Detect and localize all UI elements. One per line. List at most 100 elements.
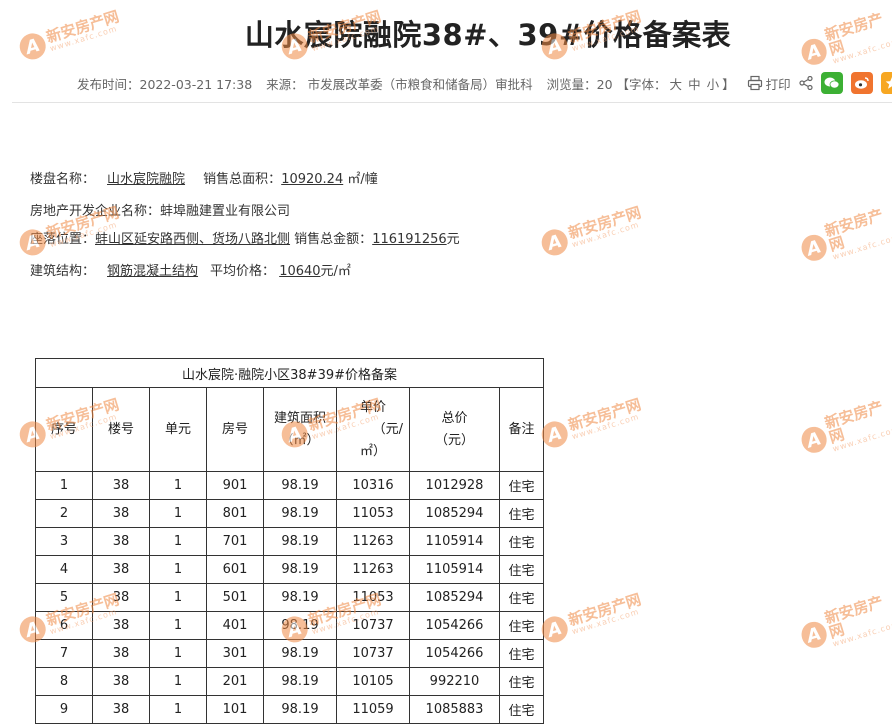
cell-total-price: 1085294: [409, 583, 500, 612]
font-size-suffix: 】: [722, 76, 735, 92]
font-medium-button[interactable]: 中: [688, 74, 701, 93]
total-amount-value: 116191256: [372, 232, 447, 247]
avg-price-label: 平均价格：: [210, 264, 276, 279]
table-row: 7 38 1 301 98.19 10737 1054266 住宅: [35, 639, 545, 668]
cell-building: 38: [92, 695, 150, 724]
cell-note: 住宅: [498, 583, 545, 612]
font-size-prefix: 【字体：: [616, 76, 667, 92]
font-large-button[interactable]: 大: [670, 74, 683, 93]
cell-unit-price: 11059: [336, 695, 410, 724]
header-room: 房号: [206, 387, 264, 472]
cell-total-price: 1054266: [409, 639, 500, 668]
cell-building: 38: [92, 639, 150, 668]
cell-room: 101: [206, 695, 264, 724]
developer-value: 蚌埠融建置业有限公司: [160, 204, 291, 219]
table-caption: 山水宸院·融院小区38#39#价格备案: [34, 358, 545, 388]
cell-total-price: 1012928: [409, 471, 500, 500]
table-row: 6 38 1 401 98.19 10737 1054266 住宅: [35, 611, 545, 640]
cell-index: 8: [35, 667, 93, 696]
cell-unit-price: 10316: [336, 471, 410, 500]
header-price-line1: 单价: [359, 399, 386, 415]
total-amount-unit: 元: [446, 232, 460, 247]
info-line-developer: 房地产开发企业名称：蚌埠融建置业有限公司: [30, 200, 290, 219]
cell-index: 2: [35, 499, 93, 528]
watermark: A 新安房产网 www.xafc.com: [797, 396, 892, 461]
cell-total-price: 992210: [409, 667, 500, 696]
sales-area-unit: ㎡/幢: [347, 172, 378, 187]
cell-note: 住宅: [498, 499, 545, 528]
cell-room: 201: [206, 667, 264, 696]
cell-unit-price: 11263: [336, 555, 410, 584]
cell-area: 98.19: [263, 611, 337, 640]
cell-room: 501: [206, 583, 264, 612]
printer-icon: [747, 75, 762, 91]
cell-area: 98.19: [263, 527, 337, 556]
weibo-icon[interactable]: [850, 72, 873, 94]
header-index: 序号: [35, 387, 93, 472]
font-small-button[interactable]: 小: [707, 74, 720, 93]
cell-room: 901: [206, 471, 264, 500]
info-line-structure: 建筑结构： 钢筋混凝土结构 平均价格： 10640元/㎡: [30, 260, 351, 279]
cell-note: 住宅: [498, 695, 545, 724]
cell-room: 701: [206, 527, 264, 556]
header-total-line2: （元）: [434, 432, 474, 448]
watermark-name: 新安房产网: [566, 202, 644, 243]
cell-note: 住宅: [498, 639, 545, 668]
cell-unit: 1: [149, 555, 207, 584]
header-area-line2: （㎡）: [280, 432, 320, 448]
cell-index: 1: [35, 471, 93, 500]
cell-area: 98.19: [263, 555, 337, 584]
structure-label: 建筑结构：: [30, 264, 96, 279]
info-line-name: 楼盘名称： 山水宸院融院 销售总面积：10920.24 ㎡/幢: [30, 168, 378, 187]
cell-note: 住宅: [498, 667, 545, 696]
cell-index: 9: [35, 695, 93, 724]
cell-total-price: 1085294: [409, 499, 500, 528]
location-value: 蚌山区延安路西侧、货场八路北侧: [95, 232, 291, 247]
cell-index: 3: [35, 527, 93, 556]
location-label: 座落位置：: [30, 232, 96, 247]
cell-building: 38: [92, 667, 150, 696]
total-amount-label: 销售总金额：: [294, 232, 373, 247]
cell-area: 98.19: [263, 499, 337, 528]
print-button[interactable]: 打印: [747, 74, 791, 93]
watermark-logo-icon: A: [798, 618, 830, 651]
favorite-icon[interactable]: [880, 72, 892, 94]
cell-unit: 1: [149, 499, 207, 528]
cell-area: 98.19: [263, 695, 337, 724]
cell-area: 98.19: [263, 667, 337, 696]
info-line-location: 座落位置：蚌山区延安路西侧、货场八路北侧 销售总金额：116191256元: [30, 228, 460, 247]
header-price-line2: （元/: [372, 421, 403, 437]
cell-total-price: 1105914: [409, 527, 500, 556]
watermark-domain: www.xafc.com: [831, 232, 892, 262]
watermark: A 新安房产网 www.xafc.com: [797, 591, 892, 656]
cell-building: 38: [92, 583, 150, 612]
cell-room: 601: [206, 555, 264, 584]
wechat-icon[interactable]: [820, 72, 843, 94]
building-name-value: 山水宸院融院: [107, 172, 186, 187]
cell-unit: 1: [149, 695, 207, 724]
cell-unit: 1: [149, 667, 207, 696]
table-row: 3 38 1 701 98.19 11263 1105914 住宅: [35, 527, 545, 556]
watermark-domain: www.xafc.com: [570, 219, 641, 249]
view-count: 浏览量：20: [546, 76, 613, 92]
cell-unit-price: 11053: [336, 499, 410, 528]
cell-note: 住宅: [498, 527, 545, 556]
cell-room: 801: [206, 499, 264, 528]
cell-building: 38: [92, 471, 150, 500]
avg-price-value: 10640: [279, 264, 321, 279]
table-row: 4 38 1 601 98.19 11263 1105914 住宅: [35, 555, 545, 584]
watermark-name: 新安房产网: [822, 592, 886, 642]
share-icon[interactable]: [799, 76, 813, 90]
watermark-logo-icon: A: [538, 226, 571, 259]
publish-time: 发布时间：2022-03-21 17:38: [77, 76, 253, 92]
table-row: 1 38 1 901 98.19 10316 1012928 住宅: [35, 471, 545, 500]
cell-room: 401: [206, 611, 264, 640]
developer-label: 房地产开发企业名称：: [30, 204, 161, 219]
watermark: A 新安房产网 www.xafc.com: [538, 202, 645, 259]
cell-note: 住宅: [498, 555, 545, 584]
cell-building: 38: [92, 611, 150, 640]
header-building: 楼号: [92, 387, 150, 472]
watermark-domain: www.xafc.com: [831, 619, 892, 649]
cell-building: 38: [92, 555, 150, 584]
header-note: 备注: [498, 387, 545, 472]
